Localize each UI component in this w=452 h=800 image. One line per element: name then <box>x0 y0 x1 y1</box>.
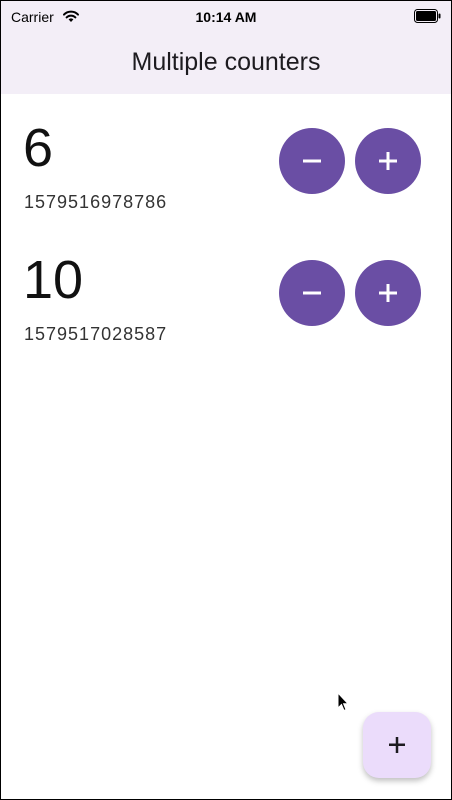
increment-button[interactable] <box>355 260 421 326</box>
app-bar: Multiple counters <box>1 31 451 94</box>
status-bar: Carrier 10:14 AM <box>1 1 451 31</box>
counter-row: 10 1579517028587 <box>1 226 451 358</box>
counter-list: 6 1579516978786 10 1579517028587 <box>1 94 451 358</box>
decrement-button[interactable] <box>279 260 345 326</box>
decrement-button[interactable] <box>279 128 345 194</box>
counter-row: 6 1579516978786 <box>1 94 451 226</box>
counter-value: 10 <box>23 250 84 310</box>
plus-icon <box>379 152 397 170</box>
increment-button[interactable] <box>355 128 421 194</box>
minus-icon <box>303 159 321 163</box>
plus-icon <box>379 284 397 302</box>
mouse-cursor-icon <box>337 692 349 712</box>
app-screen: Carrier 10:14 AM Multiple counters 6 157… <box>0 0 452 800</box>
plus-icon <box>389 737 405 753</box>
minus-icon <box>303 291 321 295</box>
battery-icon <box>414 9 441 23</box>
add-counter-button[interactable] <box>363 712 431 778</box>
counter-id: 1579516978786 <box>24 192 168 212</box>
page-title: Multiple counters <box>131 48 321 76</box>
status-time: 10:14 AM <box>195 9 257 25</box>
counter-value: 6 <box>23 118 54 178</box>
counter-id: 1579517028587 <box>24 324 168 344</box>
